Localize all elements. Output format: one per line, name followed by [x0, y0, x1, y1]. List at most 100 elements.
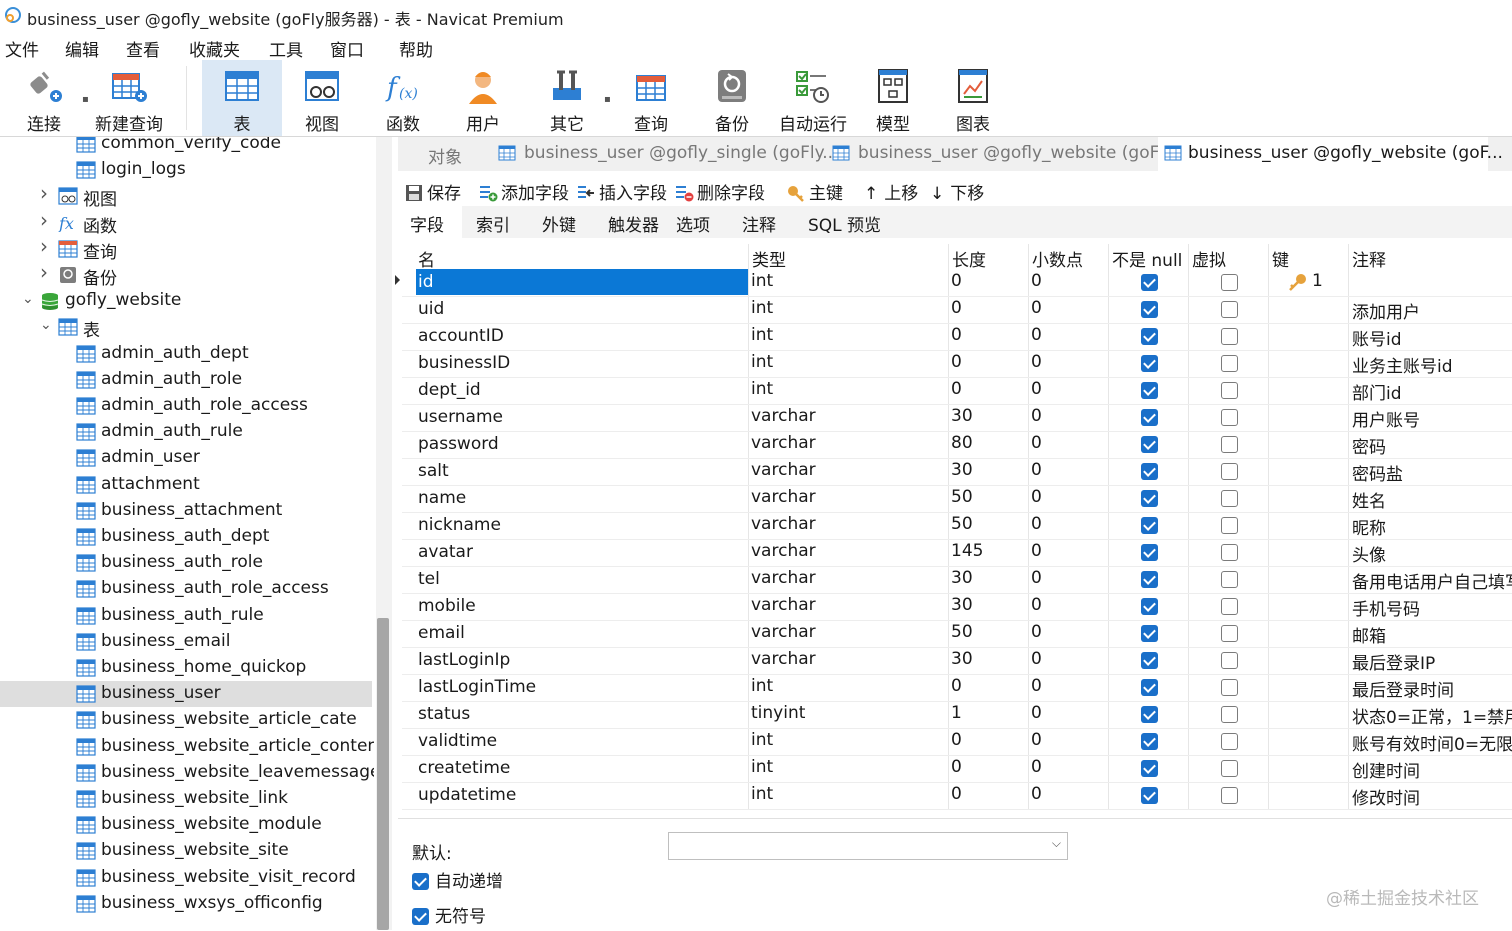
- toolbar-backup-button[interactable]: 备份: [700, 60, 764, 136]
- field-type-cell[interactable]: int: [751, 352, 773, 372]
- field-length-cell[interactable]: 30: [951, 568, 973, 588]
- menu-view[interactable]: 查看: [126, 36, 160, 61]
- field-length-cell[interactable]: 0: [951, 271, 962, 291]
- field-decimals-cell[interactable]: 0: [1031, 730, 1042, 750]
- virtual-checkbox[interactable]: [1221, 355, 1238, 372]
- field-length-cell[interactable]: 30: [951, 406, 973, 426]
- virtual-checkbox[interactable]: [1221, 625, 1238, 642]
- chevron-right-icon[interactable]: ›: [40, 234, 48, 258]
- field-row[interactable]: accountID int 0 0 账号id: [402, 323, 1512, 351]
- not-null-checkbox[interactable]: [1141, 544, 1158, 561]
- primary-key-button[interactable]: 主键: [786, 179, 843, 204]
- field-type-cell[interactable]: varchar: [751, 568, 816, 588]
- field-row[interactable]: mobile varchar 30 0 手机号码: [402, 593, 1512, 621]
- field-comment-cell[interactable]: 修改时间: [1352, 784, 1420, 809]
- field-name-cell[interactable]: salt: [416, 458, 748, 484]
- tree-item-table[interactable]: admin_user: [0, 445, 372, 471]
- field-decimals-cell[interactable]: 0: [1031, 784, 1042, 804]
- tree-item-table[interactable]: login_logs: [0, 157, 372, 183]
- virtual-checkbox[interactable]: [1221, 706, 1238, 723]
- field-comment-cell[interactable]: 账号id: [1352, 325, 1402, 350]
- not-null-checkbox[interactable]: [1141, 382, 1158, 399]
- tree-item-table[interactable]: business_auth_role_access: [0, 576, 372, 602]
- field-row[interactable]: validtime int 0 0 账号有效时间0=无限: [402, 728, 1512, 756]
- toolbar-connection-button[interactable]: 连接: [10, 60, 78, 136]
- auto-increment-checkbox[interactable]: [412, 873, 429, 890]
- field-comment-cell[interactable]: 姓名: [1352, 487, 1386, 512]
- field-length-cell[interactable]: 50: [951, 622, 973, 642]
- tab-business-user-website-2[interactable]: business_user @gofly_website (goF...: [1158, 137, 1503, 171]
- virtual-checkbox[interactable]: [1221, 760, 1238, 777]
- field-type-cell[interactable]: varchar: [751, 649, 816, 669]
- tree-item-table[interactable]: business_email: [0, 629, 372, 655]
- field-length-cell[interactable]: 0: [951, 784, 962, 804]
- field-row[interactable]: username varchar 30 0 用户账号: [402, 404, 1512, 432]
- column-header-not-null[interactable]: 不是 null: [1112, 246, 1182, 271]
- toolbar-other-button[interactable]: 其它: [534, 60, 600, 136]
- not-null-checkbox[interactable]: [1141, 328, 1158, 345]
- tree-item-backups[interactable]: › 备份: [0, 260, 372, 289]
- subtab-comment[interactable]: 注释: [730, 206, 794, 238]
- chevron-right-icon[interactable]: ›: [40, 181, 48, 205]
- unsigned-option[interactable]: 无符号: [412, 902, 486, 927]
- toolbar-user-button[interactable]: 用户: [452, 60, 514, 136]
- not-null-checkbox[interactable]: [1141, 517, 1158, 534]
- field-decimals-cell[interactable]: 0: [1031, 406, 1042, 426]
- field-decimals-cell[interactable]: 0: [1031, 487, 1042, 507]
- field-name-cell[interactable]: updatetime: [416, 782, 748, 808]
- tree-item-database[interactable]: ⌄ gofly_website: [0, 288, 372, 314]
- field-comment-cell[interactable]: 业务主账号id: [1352, 352, 1453, 377]
- menu-edit[interactable]: 编辑: [65, 36, 99, 61]
- tab-business-user-single[interactable]: business_user @gofly_single (goFly...: [492, 137, 838, 171]
- field-comment-cell[interactable]: 用户账号: [1352, 406, 1420, 431]
- field-name-cell[interactable]: email: [416, 620, 748, 646]
- tree-item-table[interactable]: business_website_visit_record: [0, 865, 372, 891]
- field-type-cell[interactable]: int: [751, 325, 773, 345]
- menu-window[interactable]: 窗口: [330, 36, 364, 61]
- not-null-checkbox[interactable]: [1141, 652, 1158, 669]
- toolbar-chart-button[interactable]: 图表: [942, 60, 1004, 136]
- field-name-cell[interactable]: username: [416, 404, 748, 430]
- tree-item-table[interactable]: admin_auth_dept: [0, 341, 372, 367]
- not-null-checkbox[interactable]: [1141, 625, 1158, 642]
- field-decimals-cell[interactable]: 0: [1031, 568, 1042, 588]
- menu-file[interactable]: 文件: [5, 36, 39, 61]
- move-up-button[interactable]: ↑ 上移: [864, 179, 918, 204]
- not-null-checkbox[interactable]: [1141, 760, 1158, 777]
- chevron-down-icon[interactable]: ⌄: [22, 291, 34, 307]
- tree-item-tables[interactable]: ⌄ 表: [0, 314, 372, 341]
- subtab-triggers[interactable]: 触发器: [596, 206, 662, 238]
- insert-field-button[interactable]: 插入字段: [576, 179, 667, 204]
- field-comment-cell[interactable]: 昵称: [1352, 514, 1386, 539]
- virtual-checkbox[interactable]: [1221, 409, 1238, 426]
- field-name-cell[interactable]: lastLoginTime: [416, 674, 748, 700]
- field-name-cell[interactable]: mobile: [416, 593, 748, 619]
- field-length-cell[interactable]: 0: [951, 730, 962, 750]
- field-decimals-cell[interactable]: 0: [1031, 433, 1042, 453]
- chevron-right-icon[interactable]: ›: [40, 208, 48, 232]
- tree-item-table[interactable]: business_auth_role: [0, 550, 372, 576]
- column-header-key[interactable]: 键: [1272, 246, 1289, 271]
- not-null-checkbox[interactable]: [1141, 679, 1158, 696]
- field-length-cell[interactable]: 1: [951, 703, 962, 723]
- field-decimals-cell[interactable]: 0: [1031, 622, 1042, 642]
- field-name-cell[interactable]: uid: [416, 296, 748, 322]
- not-null-checkbox[interactable]: [1141, 706, 1158, 723]
- field-length-cell[interactable]: 50: [951, 487, 973, 507]
- field-name-cell[interactable]: accountID: [416, 323, 748, 349]
- default-value-select[interactable]: ⌵: [668, 832, 1068, 860]
- field-comment-cell[interactable]: 密码: [1352, 433, 1386, 458]
- field-name-cell[interactable]: createtime: [416, 755, 748, 781]
- column-header-virtual[interactable]: 虚拟: [1192, 246, 1226, 271]
- save-button[interactable]: 保存: [404, 179, 461, 204]
- not-null-checkbox[interactable]: [1141, 571, 1158, 588]
- tree-item-table[interactable]: business_website_module: [0, 812, 372, 838]
- field-row[interactable]: tel varchar 30 0 备用电话用户自己填写: [402, 566, 1512, 594]
- tree-item-table[interactable]: business_website_site: [0, 838, 372, 864]
- toolbar-new-query-button[interactable]: 新建查询: [92, 60, 166, 136]
- field-decimals-cell[interactable]: 0: [1031, 595, 1042, 615]
- field-row[interactable]: lastLoginTime int 0 0 最后登录时间: [402, 674, 1512, 702]
- field-comment-cell[interactable]: 部门id: [1352, 379, 1402, 404]
- virtual-checkbox[interactable]: [1221, 517, 1238, 534]
- tree-item-table[interactable]: business_home_quickop: [0, 655, 372, 681]
